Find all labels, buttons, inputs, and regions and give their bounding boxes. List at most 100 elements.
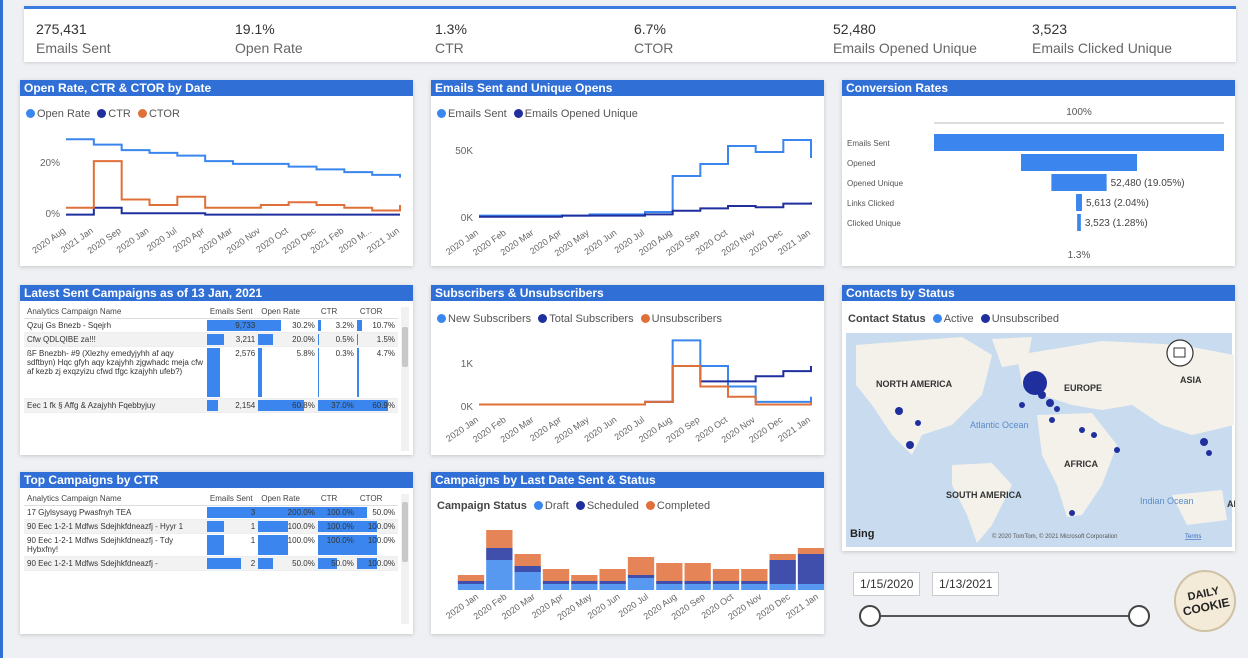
status-area-segment[interactable]	[571, 584, 598, 590]
contact-dot[interactable]	[1046, 399, 1054, 407]
status-area-segment[interactable]	[656, 584, 683, 590]
status-area-segment[interactable]	[514, 566, 541, 572]
status-area-segment[interactable]	[769, 584, 796, 590]
status-area-segment[interactable]	[797, 548, 824, 554]
status-area-segment[interactable]	[684, 581, 711, 584]
status-area-segment[interactable]	[656, 563, 683, 581]
open-rate-chart-card[interactable]: Open Rate, CTR & CTOR by Date Open Rate …	[20, 80, 413, 266]
status-area-segment[interactable]	[797, 584, 824, 590]
status-area-segment[interactable]	[712, 581, 740, 584]
column-header[interactable]: Analytics Campaign Name	[24, 305, 207, 319]
status-area-segment[interactable]	[627, 575, 655, 578]
status-area-segment[interactable]	[457, 584, 485, 590]
contact-dot[interactable]	[1206, 450, 1212, 456]
status-area-segment[interactable]	[741, 581, 768, 584]
emails-sent-chart-card[interactable]: Emails Sent and Unique Opens Emails Sent…	[431, 80, 824, 266]
end-date-input[interactable]: 1/13/2021	[932, 572, 1000, 596]
series-line-0[interactable]	[479, 339, 812, 406]
status-area-segment[interactable]	[769, 554, 796, 560]
status-area-segment[interactable]	[599, 584, 626, 590]
world-map[interactable]: NORTH AMERICA EUROPE ASIA AFRICA SOUTH A…	[842, 285, 1235, 551]
status-area-segment[interactable]	[684, 563, 711, 581]
status-area-segment[interactable]	[457, 575, 485, 581]
contact-dot[interactable]	[1091, 432, 1097, 438]
status-area-segment[interactable]	[486, 530, 513, 548]
status-area-segment[interactable]	[712, 584, 740, 590]
status-area-segment[interactable]	[599, 569, 626, 581]
column-header[interactable]: CTOR	[356, 492, 398, 506]
table-row[interactable]: Qzuj Gs Bnezb - Sqejrh 9,733 30.2% 3.2% 10.7…	[24, 318, 398, 333]
status-area-segment[interactable]	[656, 581, 683, 584]
column-header[interactable]: Emails Sent	[206, 492, 259, 506]
campaign-status-chart[interactable]: 2020 Jan2020 Feb2020 Mar2020 Apr2020 May…	[431, 472, 824, 634]
column-header[interactable]: Emails Sent	[206, 305, 259, 319]
funnel-bar[interactable]	[934, 134, 1224, 151]
series-line-0[interactable]	[479, 139, 812, 217]
column-header[interactable]: Analytics Campaign Name	[24, 492, 207, 506]
latest-campaigns-card[interactable]: Latest Sent Campaigns as of 13 Jan, 2021…	[20, 285, 413, 455]
contact-dot[interactable]	[915, 420, 921, 426]
table-scrollbar[interactable]	[401, 494, 409, 624]
date-slider-end-handle[interactable]	[1128, 605, 1150, 627]
status-area-segment[interactable]	[514, 554, 541, 566]
status-area-segment[interactable]	[571, 581, 598, 584]
status-area-segment[interactable]	[627, 557, 655, 575]
status-area-segment[interactable]	[712, 569, 740, 581]
status-area-segment[interactable]	[542, 584, 570, 590]
focus-mode-icon[interactable]	[1166, 339, 1194, 367]
status-area-segment[interactable]	[769, 560, 796, 584]
table-scrollbar[interactable]	[401, 307, 409, 451]
conversion-rates-card[interactable]: Conversion Rates 100% Emails Sent Opened Op…	[842, 80, 1235, 266]
series-line-0[interactable]	[66, 138, 401, 178]
column-header[interactable]: Open Rate	[258, 492, 318, 506]
status-area-segment[interactable]	[741, 584, 768, 590]
contact-dot[interactable]	[1114, 447, 1120, 453]
contact-dot[interactable]	[895, 407, 903, 415]
contact-dot[interactable]	[1079, 427, 1085, 433]
table-row[interactable]: Eec 1 fk § Affg & Azajyhh Fqebbyjuy 2,154…	[24, 398, 398, 413]
status-area-segment[interactable]	[542, 569, 570, 581]
status-area-segment[interactable]	[741, 569, 768, 581]
status-area-segment[interactable]	[627, 578, 655, 590]
series-line-2[interactable]	[479, 365, 812, 406]
series-line-1[interactable]	[479, 365, 812, 406]
start-date-input[interactable]: 1/15/2020	[853, 572, 921, 596]
date-slider-track[interactable]	[870, 615, 1140, 617]
contact-dot[interactable]	[1019, 402, 1025, 408]
column-header[interactable]: CTR	[317, 305, 357, 319]
status-area-segment[interactable]	[684, 584, 711, 590]
table-row[interactable]: 90 Eec 1-2-1 Mdfws Sdejhkfdneazfj - Hyyr…	[24, 519, 398, 534]
campaign-status-chart-card[interactable]: Campaigns by Last Date Sent & Status Cam…	[431, 472, 824, 634]
open-rate-chart[interactable]: 20%0%2020 Aug2021 Jan2020 Sep2020 Jan202…	[20, 80, 413, 266]
contact-dot[interactable]	[1054, 406, 1060, 412]
column-header[interactable]: CTR	[317, 492, 357, 506]
table-row[interactable]: 90 Eec 1-2-1 Mdfws Sdejhkfdneazfj - Tdy …	[24, 533, 398, 557]
subscribers-chart[interactable]: 1K0K2020 Jan2020 Feb2020 Mar2020 Apr2020…	[431, 285, 824, 455]
status-area-segment[interactable]	[797, 554, 824, 584]
status-area-segment[interactable]	[571, 575, 598, 581]
column-header[interactable]: Open Rate	[258, 305, 318, 319]
status-area-segment[interactable]	[486, 548, 513, 560]
map-terms-link[interactable]: Terms	[1185, 534, 1201, 540]
funnel-bar[interactable]	[1051, 174, 1107, 191]
funnel-bar[interactable]	[1021, 154, 1137, 171]
contact-dot[interactable]	[1038, 391, 1046, 399]
conversion-funnel-chart[interactable]: 100% Emails Sent Opened Opened Unique 52,480…	[842, 80, 1235, 266]
column-header[interactable]: CTOR	[356, 305, 398, 319]
status-area-segment[interactable]	[457, 581, 485, 584]
contact-dot[interactable]	[1069, 510, 1075, 516]
table-row[interactable]: 17 Gjylsysayg Pwasfnyh TEA 3 200.0% 100.0% 5…	[24, 505, 398, 520]
table-row[interactable]: Cfw QDLQIBE za!!! 3,211 20.0% 0.5% 1.5%	[24, 332, 398, 347]
series-line-2[interactable]	[66, 160, 401, 212]
status-area-segment[interactable]	[514, 572, 541, 590]
status-area-segment[interactable]	[486, 560, 513, 590]
status-area-segment[interactable]	[599, 581, 626, 584]
contacts-map-card[interactable]: Contacts by Status Contact Status Active…	[842, 285, 1235, 551]
funnel-bar[interactable]	[1076, 194, 1082, 211]
contact-dot[interactable]	[1049, 417, 1055, 423]
funnel-bar[interactable]	[1077, 214, 1081, 231]
table-row[interactable]: 90 Eec 1-2-1 Mdfws Sdejhkfdneazfj -2 50.0…	[24, 556, 398, 571]
contact-dot[interactable]	[1200, 438, 1208, 446]
subscribers-chart-card[interactable]: Subscribers & Unsubscribers New Subscrib…	[431, 285, 824, 455]
status-area-segment[interactable]	[542, 581, 570, 584]
